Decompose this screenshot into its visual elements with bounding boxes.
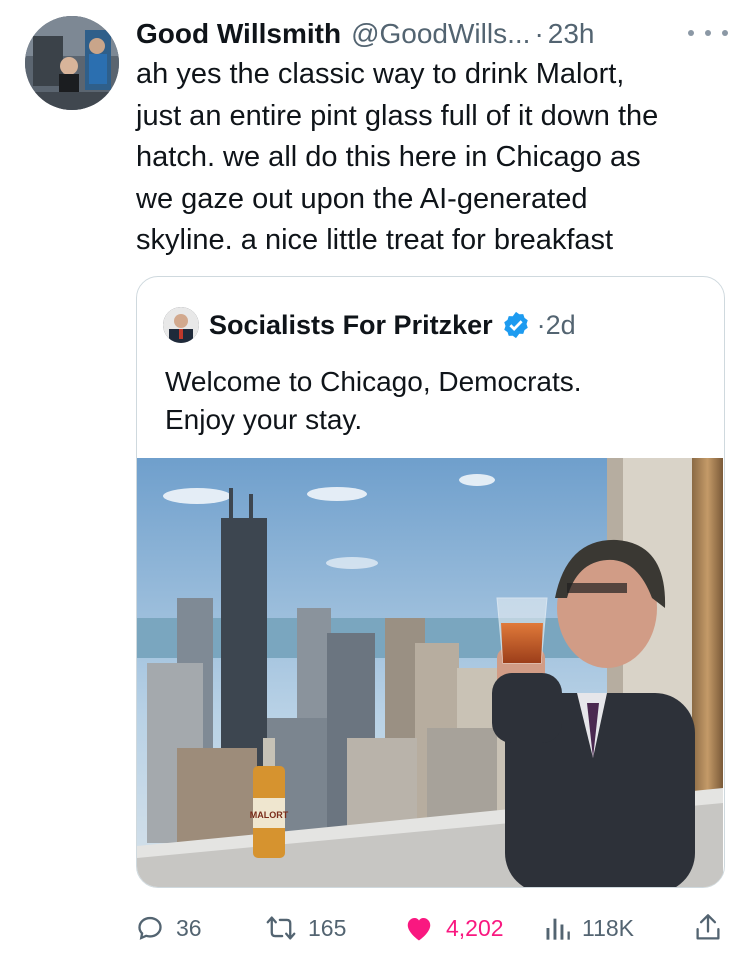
avatar-photo [25, 16, 119, 110]
views-icon [546, 918, 570, 940]
retweet-count: 165 [308, 914, 347, 941]
more-icon[interactable] [688, 18, 728, 48]
reply-icon [138, 916, 162, 940]
quoted-tweet[interactable]: Socialists For Pritzker ·2d Welcome to C… [136, 276, 725, 888]
quoted-time: 2d [545, 309, 576, 340]
reply-button[interactable]: 36 [136, 908, 202, 948]
author-avatar[interactable] [25, 16, 119, 110]
quoted-text: Welcome to Chicago, Democrats. Enjoy you… [165, 366, 582, 435]
quoted-author-name[interactable]: Socialists For Pritzker [209, 310, 493, 341]
author-name[interactable]: Good Willsmith [136, 18, 341, 50]
bottle-label: MALORT [250, 810, 289, 820]
quoted-time-group[interactable]: ·2d [537, 310, 576, 341]
quoted-avatar-photo [163, 307, 199, 343]
share-icon [696, 914, 720, 940]
views-count: 118K [582, 914, 635, 941]
tweet-time[interactable]: 23h [548, 18, 595, 50]
tweet-text: ah yes the classic way to drink Malort, … [136, 58, 659, 256]
retweet-button[interactable]: 165 [266, 908, 346, 948]
separator-dot: · [534, 18, 544, 49]
views-button[interactable]: 118K [544, 908, 634, 948]
share-button[interactable] [694, 908, 734, 948]
quoted-avatar[interactable] [163, 307, 199, 343]
like-count: 4,202 [446, 914, 504, 941]
author-handle[interactable]: @GoodWills... [351, 18, 530, 50]
tweet-actions: 36 165 4,202 118K [136, 908, 726, 948]
quoted-image[interactable]: MALORT [137, 458, 723, 887]
retweet-icon [266, 916, 296, 940]
skyline-photo: MALORT [137, 458, 723, 887]
like-icon [407, 918, 431, 941]
quoted-header: Socialists For Pritzker ·2d [163, 305, 576, 345]
quoted-separator: · [536, 309, 546, 340]
like-button[interactable]: 4,202 [404, 908, 504, 948]
verified-icon [503, 311, 528, 339]
tweet-header: Good Willsmith @GoodWills... · 23h [136, 14, 730, 54]
reply-count: 36 [176, 914, 202, 941]
